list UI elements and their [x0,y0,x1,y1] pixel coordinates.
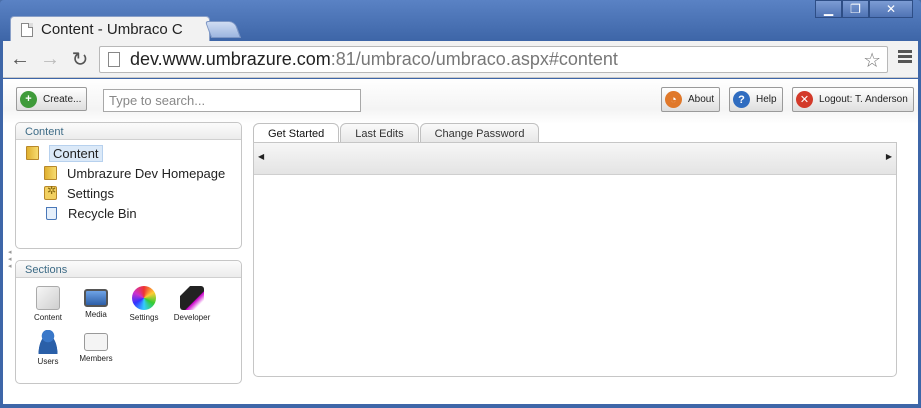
section-developer[interactable]: Developer [168,286,216,330]
tab-get-started[interactable]: Get Started [253,123,340,143]
about-icon: ◔ [665,91,682,108]
panel-title: Sections [16,261,241,278]
plus-icon: + [20,90,37,108]
logout-icon: ✕ [796,91,813,108]
search-input[interactable] [103,89,361,112]
member-card-icon [84,333,108,351]
section-content[interactable]: Content [24,286,72,330]
browser-window: Content - Umbraco C ▁ ❐ ✕ ← → ↻ dev.www.… [0,0,921,408]
logout-label: Logout: T. Anderson [819,94,908,105]
page-icon [21,22,33,37]
address-bar[interactable]: dev.www.umbrazure.com:81/umbraco/umbraco… [99,46,888,73]
section-label: Settings [129,313,159,322]
close-window-button[interactable]: ✕ [869,0,913,18]
about-label: About [688,94,715,105]
folder-icon [26,146,39,160]
magic-wand-icon [180,286,204,310]
folder-icon [44,166,57,180]
help-label: Help [756,94,777,105]
umbraco-page: + Create... ◔ About ? Help ✕ Logout: T. … [3,79,918,404]
content-tree: Content Umbrazure Dev Homepage Settings … [16,140,241,223]
tree-node-label[interactable]: Umbrazure Dev Homepage [67,166,225,181]
media-icon [84,289,108,307]
dashboard-panel: ◀ ▶ [253,142,897,377]
scroll-left-icon[interactable]: ◀ [258,152,264,161]
browser-toolbar: ← → ↻ dev.www.umbrazure.com:81/umbraco/u… [3,41,918,78]
section-members[interactable]: Members [72,330,120,374]
horizontal-scrollbar[interactable]: ◀ ▶ [254,143,896,175]
tab-last-edits[interactable]: Last Edits [340,123,419,143]
create-button[interactable]: + Create... [16,87,88,111]
title-bar: Content - Umbraco C ▁ ❐ ✕ [0,0,921,42]
tree-node-settings[interactable]: Settings [26,183,241,203]
sections-grid: Content Media Settings Developer Users M… [16,278,236,374]
help-icon: ? [733,91,750,108]
back-arrow-icon[interactable]: ← [7,46,33,72]
tab-change-password[interactable]: Change Password [419,123,540,143]
tree-node-label[interactable]: Recycle Bin [68,206,137,221]
user-icon [36,330,60,354]
section-label: Content [33,313,63,322]
url-host: dev.www.umbrazure.com [130,49,331,69]
browser-tab[interactable]: Content - Umbraco C [10,16,210,42]
content-tree-panel: Content Content Umbrazure Dev Homepage S… [15,122,242,249]
window-controls: ▁ ❐ ✕ [815,0,913,18]
scroll-right-icon[interactable]: ▶ [886,152,892,161]
section-media[interactable]: Media [72,286,120,330]
section-label: Users [37,357,59,366]
section-label: Media [85,310,107,319]
content-icon [36,286,60,310]
about-button[interactable]: ◔ About [661,87,721,112]
tree-node-recycle-bin[interactable]: Recycle Bin [26,203,241,223]
tree-node-label[interactable]: Content [49,144,103,162]
help-button[interactable]: ? Help [729,87,783,112]
recycle-bin-icon [46,206,57,220]
forward-arrow-icon[interactable]: → [37,46,63,72]
settings-folder-icon [44,184,57,200]
maximize-button[interactable]: ❐ [842,0,869,18]
minimize-button[interactable]: ▁ [815,0,842,18]
tab-title: Content - Umbraco C [41,21,183,38]
section-settings[interactable]: Settings [120,286,168,330]
reload-icon[interactable]: ↻ [67,46,93,72]
tree-node-root[interactable]: Content [26,143,241,163]
create-label: Create... [43,93,82,105]
section-users[interactable]: Users [24,330,72,374]
panel-title: Content [16,123,241,140]
tree-node-label[interactable]: Settings [67,186,114,201]
new-tab-button[interactable] [204,21,242,38]
panel-splitter[interactable]: ◂ ◂ ◂ [8,249,12,270]
sections-panel: Sections Content Media Settings Develope… [15,260,242,384]
logout-button[interactable]: ✕ Logout: T. Anderson [792,87,914,112]
page-icon [108,52,120,67]
menu-icon[interactable] [898,50,912,65]
bookmark-star-icon[interactable]: ☆ [863,48,881,73]
color-wheel-icon [132,286,156,310]
main-tabs: Get Started Last Edits Change Password [253,123,540,143]
tree-node-homepage[interactable]: Umbrazure Dev Homepage [26,163,241,183]
section-label: Members [79,354,113,363]
section-label: Developer [173,313,211,322]
url-path: :81/umbraco/umbraco.aspx#content [330,49,618,69]
